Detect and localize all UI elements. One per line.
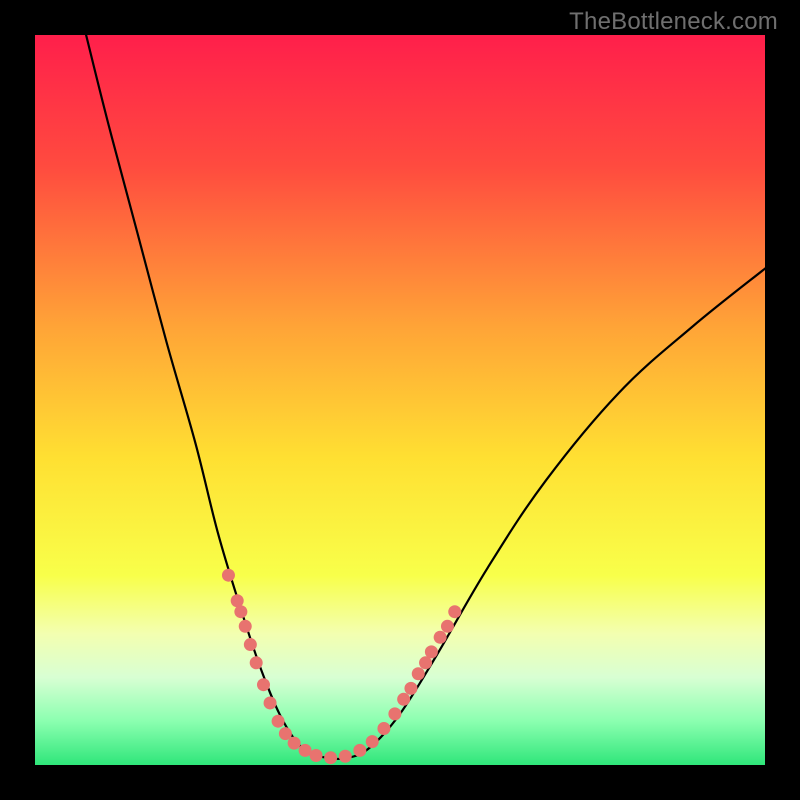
watermark-label: TheBottleneck.com (569, 8, 778, 36)
highlight-dot (377, 722, 390, 735)
plot-area (35, 35, 765, 765)
chart-svg (35, 35, 765, 765)
highlight-dot (257, 678, 270, 691)
highlight-dot (412, 667, 425, 680)
highlight-dot (448, 605, 461, 618)
highlight-dot (404, 682, 417, 695)
highlight-dot (264, 696, 277, 709)
highlight-dot (419, 656, 432, 669)
highlight-dot (310, 749, 323, 762)
highlight-dot (397, 693, 410, 706)
highlight-dot (425, 645, 438, 658)
highlight-dot (234, 605, 247, 618)
highlight-dot (244, 638, 257, 651)
highlight-dot (288, 737, 301, 750)
highlight-dot (324, 751, 337, 764)
chart-frame: TheBottleneck.com (0, 0, 800, 800)
highlight-dots (222, 569, 461, 765)
highlight-dot (339, 750, 352, 763)
highlight-dot (434, 631, 447, 644)
highlight-dot (353, 744, 366, 757)
highlight-dot (441, 620, 454, 633)
highlight-dot (250, 656, 263, 669)
highlight-dot (222, 569, 235, 582)
highlight-dot (366, 735, 379, 748)
highlight-dot (272, 715, 285, 728)
highlight-dot (388, 707, 401, 720)
highlight-dot (239, 620, 252, 633)
